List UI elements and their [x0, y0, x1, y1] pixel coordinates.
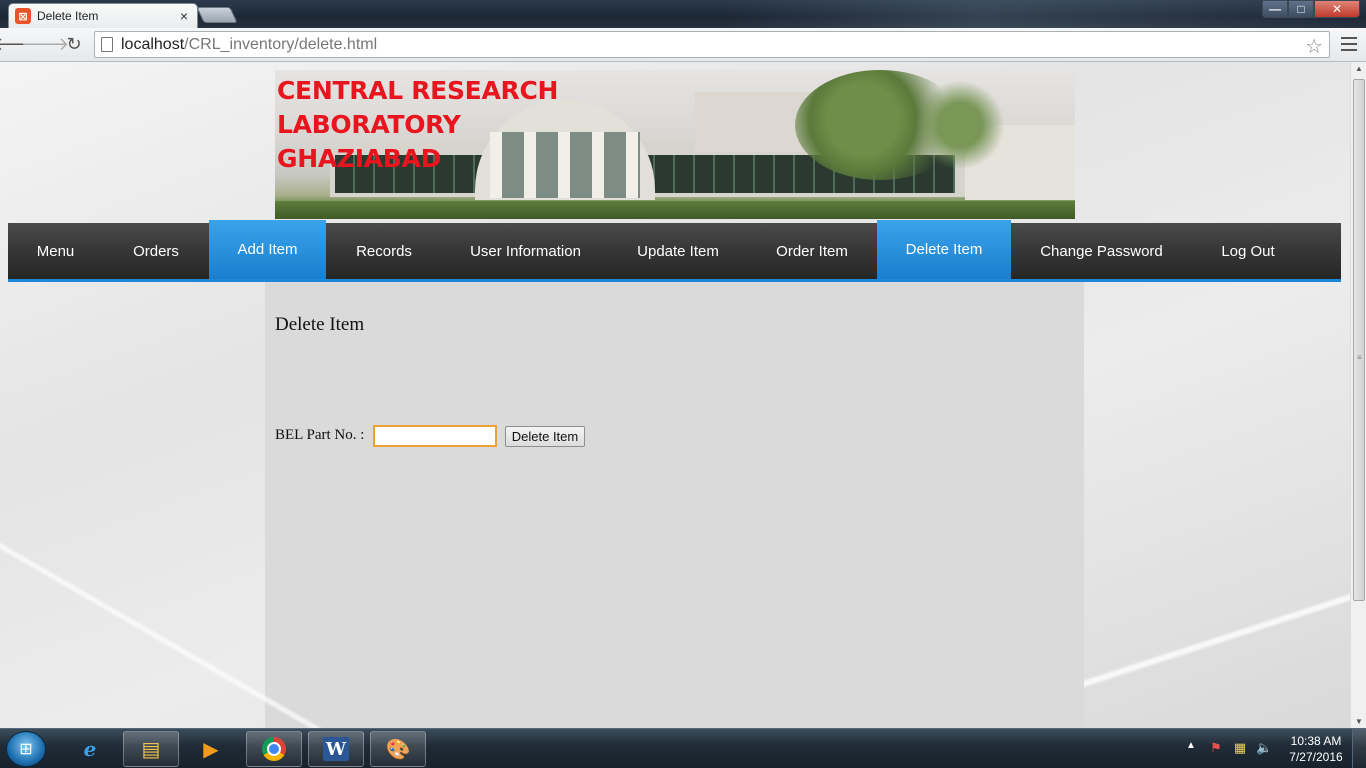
- clock-date[interactable]: 7/27/2016: [1284, 750, 1348, 764]
- tab-close-icon[interactable]: ×: [177, 8, 191, 24]
- nav-item-order-item[interactable]: Order Item: [747, 223, 877, 279]
- scrollbar-grip-icon: ≡: [1357, 353, 1362, 362]
- tree-shape: [915, 80, 1005, 170]
- page-scrollbar[interactable]: ▲ ≡ ▼: [1350, 62, 1366, 728]
- lawn-shape: [275, 201, 1075, 219]
- action-center-flag-icon[interactable]: ⚑: [1208, 740, 1224, 756]
- nav-item-menu[interactable]: Menu: [8, 223, 103, 279]
- maximize-button[interactable]: □: [1288, 0, 1314, 18]
- main-nav: Menu Orders Add Item Records User Inform…: [8, 220, 1341, 282]
- show-hidden-icons-icon[interactable]: ▲: [1186, 740, 1196, 751]
- close-window-button[interactable]: ✕: [1314, 0, 1360, 18]
- volume-muted-icon[interactable]: 🔈: [1256, 740, 1272, 756]
- page-title: Delete Item: [275, 314, 365, 335]
- microsoft-word-icon[interactable]: W: [308, 731, 364, 767]
- internet-explorer-icon[interactable]: e: [62, 731, 118, 767]
- browser-toolbar: 🡐 🡒 ↻ localhost/CRL_inventory/delete.htm…: [0, 28, 1366, 62]
- banner-title-line2: GHAZIABAD: [277, 144, 442, 173]
- tab-title: Delete Item: [37, 9, 99, 23]
- bel-part-no-input[interactable]: [373, 425, 497, 447]
- url-host: localhost: [121, 35, 185, 53]
- banner-title: CENTRAL RESEARCH LABORATORY GHAZIABAD: [277, 74, 717, 176]
- xampp-favicon-icon: ⊠: [15, 8, 31, 24]
- windows-taskbar: ⊞ e ▤ ▶ W 🎨 ▲ ⚑ ▦ 🔈 10:38 AM 7/27/2016: [0, 728, 1366, 768]
- content-panel: Delete Item BEL Part No. : Delete Item: [265, 282, 1084, 728]
- new-tab-button[interactable]: [196, 7, 238, 23]
- nav-item-log-out[interactable]: Log Out: [1192, 223, 1304, 279]
- url-path: /CRL_inventory/delete.html: [184, 35, 378, 53]
- google-chrome-icon[interactable]: [246, 731, 302, 767]
- header-banner: CENTRAL RESEARCH LABORATORY GHAZIABAD: [275, 70, 1075, 219]
- delete-item-button[interactable]: Delete Item: [505, 426, 585, 447]
- bel-part-no-label: BEL Part No. :: [275, 427, 365, 443]
- nav-item-add-item[interactable]: Add Item: [209, 220, 326, 279]
- forward-arrow-icon[interactable]: 🡒: [21, 33, 69, 55]
- show-desktop-button[interactable]: [1352, 729, 1366, 768]
- minimize-button[interactable]: —: [1262, 0, 1288, 18]
- banner-title-line1: CENTRAL RESEARCH LABORATORY: [277, 76, 559, 139]
- paint-icon[interactable]: 🎨: [370, 731, 426, 767]
- start-button[interactable]: ⊞: [6, 731, 46, 767]
- page-icon: [101, 37, 113, 52]
- browser-titlebar: ⊠ Delete Item × — □ ✕: [0, 0, 1366, 28]
- nav-item-change-password[interactable]: Change Password: [1011, 223, 1192, 279]
- clock-time[interactable]: 10:38 AM: [1284, 734, 1348, 748]
- reload-icon[interactable]: ↻: [63, 33, 85, 55]
- nav-item-delete-item[interactable]: Delete Item: [877, 220, 1011, 279]
- address-bar[interactable]: localhost/CRL_inventory/delete.html ☆: [94, 31, 1330, 58]
- browser-menu-icon[interactable]: [1340, 35, 1358, 53]
- bookmark-star-icon[interactable]: ☆: [1305, 34, 1323, 59]
- scroll-down-arrow-icon[interactable]: ▼: [1355, 717, 1363, 726]
- scroll-up-arrow-icon[interactable]: ▲: [1355, 64, 1363, 73]
- nav-item-orders[interactable]: Orders: [103, 223, 209, 279]
- media-player-icon[interactable]: ▶: [183, 731, 239, 767]
- browser-tab[interactable]: ⊠ Delete Item ×: [8, 3, 198, 28]
- nav-item-records[interactable]: Records: [326, 223, 442, 279]
- network-icon[interactable]: ▦: [1232, 740, 1248, 756]
- nav-item-user-information[interactable]: User Information: [442, 223, 609, 279]
- scrollbar-thumb[interactable]: ≡: [1353, 79, 1365, 601]
- windows-explorer-icon[interactable]: ▤: [123, 731, 179, 767]
- page-viewport: CENTRAL RESEARCH LABORATORY GHAZIABAD Me…: [0, 62, 1350, 728]
- nav-item-update-item[interactable]: Update Item: [609, 223, 747, 279]
